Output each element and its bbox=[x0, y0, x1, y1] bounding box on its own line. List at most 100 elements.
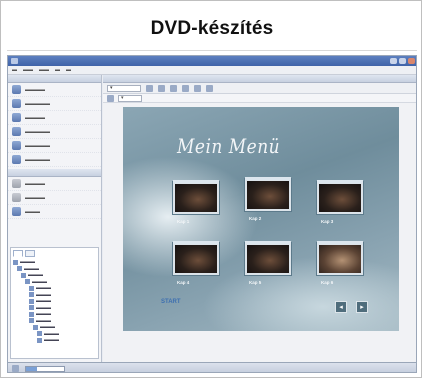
thumbnail-frame-bar bbox=[173, 180, 219, 183]
tree-item-label: ▬▬▬ bbox=[36, 311, 51, 318]
tree-item-label: ▬▬▬ bbox=[36, 298, 51, 305]
status-bar bbox=[8, 362, 416, 372]
nav-preview[interactable]: ▬▬▬ bbox=[8, 205, 101, 219]
add-video-icon bbox=[12, 85, 21, 94]
edit-menu-icon bbox=[12, 127, 21, 136]
tree-item-label: ▬▬▬ bbox=[36, 285, 51, 292]
preview-icon bbox=[12, 207, 21, 216]
menu-item-tools[interactable]: ▬ bbox=[55, 67, 60, 73]
menu-item-edit[interactable]: ▬▬ bbox=[23, 67, 33, 73]
video-still bbox=[247, 245, 289, 273]
chapter-thumbnail-2[interactable] bbox=[245, 177, 291, 211]
tree-item-label: ▬▬▬ bbox=[20, 259, 35, 266]
import-icon bbox=[12, 99, 21, 108]
burn-icon bbox=[12, 155, 21, 164]
chevron-left-icon[interactable]: ◂ bbox=[335, 301, 347, 313]
chapter-label-3[interactable]: Kap 3 bbox=[321, 219, 333, 224]
thumbnail-frame-bar bbox=[173, 241, 219, 244]
maximize-button[interactable] bbox=[399, 58, 406, 64]
menu-item-file[interactable]: ▬ bbox=[12, 67, 17, 73]
task-chapters[interactable]: ▬▬▬▬▬ bbox=[8, 139, 101, 153]
folder-icon bbox=[29, 298, 34, 304]
folder-icon bbox=[21, 272, 26, 278]
thumbnail-frame-bar bbox=[317, 241, 363, 244]
tree-item-label: ▬▬▬ bbox=[36, 317, 51, 324]
chapter-thumbnail-4[interactable] bbox=[173, 241, 219, 275]
main-header bbox=[103, 75, 416, 83]
task-edit-menu[interactable]: ▬▬▬▬▬ bbox=[8, 125, 101, 139]
task-import[interactable]: ▬▬▬▬▬ bbox=[8, 97, 101, 111]
preview-play-icon[interactable] bbox=[206, 84, 213, 92]
video-still bbox=[175, 245, 217, 273]
task-add-video[interactable]: ▬▬▬▬ bbox=[8, 83, 101, 97]
zoom-in-icon[interactable] bbox=[146, 84, 153, 92]
chapter-icon bbox=[12, 141, 21, 150]
grid-icon[interactable] bbox=[107, 94, 114, 102]
task-menu[interactable]: ▬▬▬▬ bbox=[8, 111, 101, 125]
title-bar bbox=[8, 56, 416, 66]
video-still bbox=[175, 184, 217, 212]
tree-item-label: ▬▬▬ bbox=[44, 337, 59, 344]
folder-icon bbox=[13, 259, 18, 265]
folder-icon bbox=[29, 292, 34, 298]
close-button[interactable] bbox=[408, 58, 415, 64]
chapter-label-5[interactable]: Kap 5 bbox=[249, 280, 261, 285]
layout-icon[interactable] bbox=[194, 84, 201, 92]
tree-tab-2[interactable] bbox=[25, 250, 35, 257]
nav-forward[interactable]: ▬▬▬▬ bbox=[8, 191, 101, 205]
secondary-toolbar: ▾ bbox=[103, 94, 416, 103]
chapter-thumbnail-1[interactable] bbox=[173, 180, 219, 214]
tree-tabs bbox=[11, 248, 98, 259]
task-burn[interactable]: ▬▬▬▬▬ bbox=[8, 153, 101, 167]
screenshot-frame: DVD-készítés ▬ ▬▬ ▬▬ ▬ ▬ ▬▬▬▬ ▬▬▬▬▬ ▬▬▬▬… bbox=[0, 0, 422, 378]
chapter-thumbnail-3[interactable] bbox=[317, 180, 363, 214]
tasks-header bbox=[8, 75, 101, 83]
video-still bbox=[247, 181, 289, 209]
start-link[interactable]: START bbox=[161, 299, 181, 305]
fit-icon[interactable] bbox=[170, 84, 177, 92]
chapter-label-4[interactable]: Kap 4 bbox=[177, 280, 189, 285]
thumbnail-frame-bar bbox=[245, 177, 291, 180]
menu-item-help[interactable]: ▬ bbox=[66, 67, 71, 73]
folder-icon bbox=[33, 324, 38, 330]
project-tree: ▬▬▬ ▬▬▬ ▬▬▬ ▬▬▬ ▬▬▬ ▬▬▬ ▬▬▬ ▬▬▬ ▬▬▬ ▬▬▬ ▬▬▬ ▬▬▬ ▬▬▬ bbox=[10, 247, 99, 359]
tree-item-label: ▬▬▬ bbox=[40, 324, 55, 331]
chapter-thumbnail-5[interactable] bbox=[245, 241, 291, 275]
tree-item[interactable]: ▬▬▬ bbox=[11, 337, 98, 344]
chapter-thumbnail-6[interactable] bbox=[317, 241, 363, 275]
chapter-label-2[interactable]: Kap 2 bbox=[249, 216, 261, 221]
folder-icon bbox=[29, 285, 34, 291]
video-still bbox=[319, 184, 361, 212]
folder-icon bbox=[37, 331, 42, 337]
app-window: ▬ ▬▬ ▬▬ ▬ ▬ ▬▬▬▬ ▬▬▬▬▬ ▬▬▬▬ ▬▬▬▬▬ ▬▬▬▬▬ … bbox=[7, 55, 417, 373]
size-select[interactable]: ▾ bbox=[118, 94, 142, 102]
dvd-menu-title[interactable]: Mein Menü bbox=[177, 136, 280, 159]
video-still bbox=[319, 245, 361, 273]
progress-bar bbox=[25, 365, 65, 372]
tree-item-label: ▬▬▬ bbox=[32, 278, 47, 285]
chapter-label-6[interactable]: Kap 6 bbox=[321, 280, 333, 285]
thumbnail-frame-bar bbox=[317, 180, 363, 183]
zoom-out-icon[interactable] bbox=[158, 84, 165, 92]
minimize-button[interactable] bbox=[390, 58, 397, 64]
app-icon bbox=[11, 58, 18, 64]
task-pane: ▬▬▬▬ ▬▬▬▬▬ ▬▬▬▬ ▬▬▬▬▬ ▬▬▬▬▬ ▬▬▬▬▬ ▬▬▬▬ ▬… bbox=[8, 75, 102, 365]
text-icon[interactable] bbox=[182, 84, 189, 92]
folder-icon bbox=[29, 318, 34, 324]
chevron-right-icon[interactable]: ▸ bbox=[356, 301, 368, 313]
menu-editor-stage: Mein Menü Kap 1 Kap 2 Kap 3 Kap 4 Kap 5 … bbox=[103, 103, 416, 365]
chapter-label-1[interactable]: Kap 1 bbox=[177, 219, 189, 224]
folder-icon bbox=[37, 337, 42, 343]
nav-back[interactable]: ▬▬▬▬ bbox=[8, 177, 101, 191]
tree-tab-1[interactable] bbox=[13, 250, 23, 257]
menu-bar: ▬ ▬▬ ▬▬ ▬ ▬ bbox=[8, 66, 416, 75]
tree-items: ▬▬▬ ▬▬▬ ▬▬▬ ▬▬▬ ▬▬▬ ▬▬▬ ▬▬▬ ▬▬▬ ▬▬▬ ▬▬▬ ▬▬▬ ▬▬▬ ▬▬▬ bbox=[11, 259, 98, 344]
menu-icon bbox=[12, 113, 21, 122]
main-toolbar: ▾ bbox=[103, 83, 416, 94]
navigation-header bbox=[8, 169, 101, 177]
menu-item-view[interactable]: ▬▬ bbox=[39, 67, 49, 73]
folder-icon bbox=[25, 279, 30, 285]
window-controls bbox=[390, 58, 415, 64]
page-title: DVD-készítés bbox=[7, 7, 417, 51]
view-select[interactable]: ▾ bbox=[107, 84, 141, 92]
